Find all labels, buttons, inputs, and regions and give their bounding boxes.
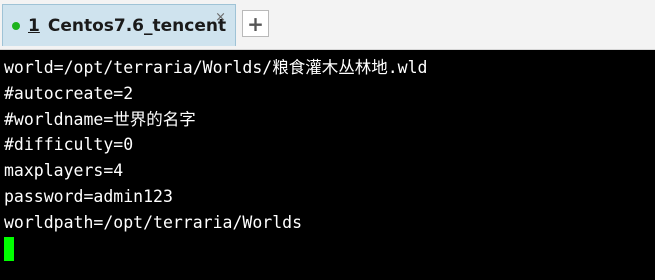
ssh-client-window: 1 Centos7.6_tencent × + world=/opt/terrar…	[0, 0, 655, 280]
new-tab-button[interactable]: +	[242, 10, 269, 37]
terminal-line: world=/opt/terraria/Worlds/粮食灌木丛林地.wld	[4, 58, 428, 77]
terminal-line: maxplayers=4	[4, 161, 124, 181]
tab-title: Centos7.6_tencent	[47, 15, 227, 36]
terminal-line: #worldname=世界的名字	[4, 109, 196, 129]
terminal-cursor	[4, 236, 14, 261]
tab-label: 1 Centos7.6_tencent	[28, 16, 226, 36]
terminal-line: worldpath=/opt/terraria/Worlds	[4, 212, 303, 232]
connection-status-icon	[12, 21, 20, 30]
terminal-line: password=admin123	[4, 186, 173, 206]
tab-session[interactable]: 1 Centos7.6_tencent ×	[2, 4, 236, 46]
tab-bar: 1 Centos7.6_tencent × +	[0, 0, 655, 50]
terminal-line: #difficulty=0	[4, 135, 134, 155]
close-icon[interactable]: ×	[215, 10, 226, 25]
terminal-prompt-line	[4, 236, 655, 262]
terminal-output[interactable]: world=/opt/terraria/Worlds/粮食灌木丛林地.wld #…	[0, 50, 655, 280]
tab-number: 1	[28, 15, 40, 36]
terminal-line: #autocreate=2	[4, 83, 134, 103]
